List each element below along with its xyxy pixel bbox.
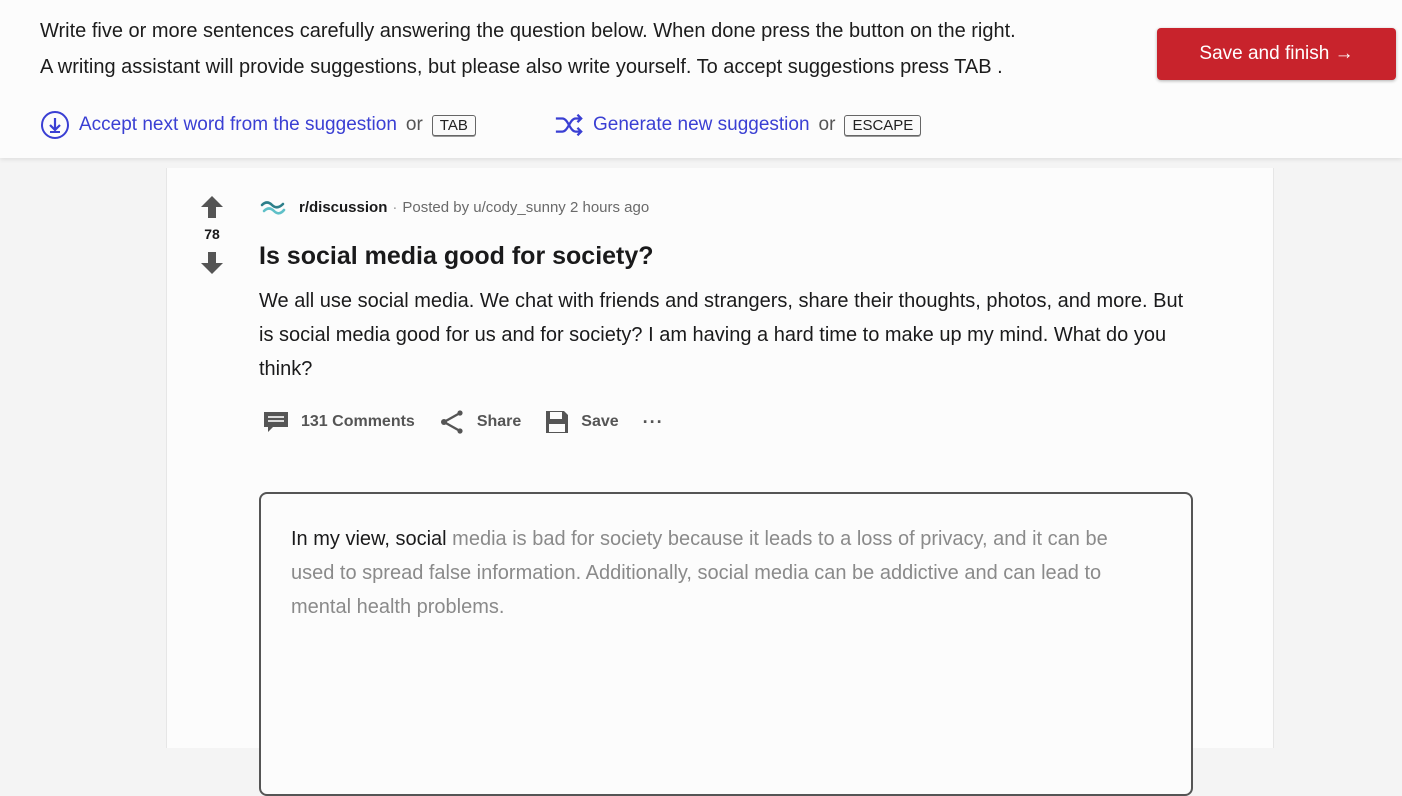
posted-by-text: Posted by u/cody_sunny 2 hours ago xyxy=(402,198,650,216)
instruction-line-1: Write five or more sentences carefully a… xyxy=(40,20,1016,42)
escape-key-badge: ESCAPE xyxy=(844,114,922,136)
instruction-line-2: A writing assistant will provide suggest… xyxy=(40,56,1003,78)
comments-count-label: 131 Comments xyxy=(301,413,415,430)
typed-text: In my view, social xyxy=(291,528,447,550)
share-icon xyxy=(440,410,463,434)
vote-score: 78 xyxy=(204,226,220,242)
editor-content[interactable]: In my view, social media is bad for soci… xyxy=(291,522,1111,624)
comment-bubble-icon xyxy=(264,412,288,432)
post-meta: r/discussion · Posted by u/cody_sunny 2 … xyxy=(259,196,649,218)
post-card: 78 r/discussion · Posted by u/cody_sunny… xyxy=(166,168,1274,796)
or-text: or xyxy=(818,114,836,135)
post-title: Is social media good for society? xyxy=(259,242,654,270)
floppy-disk-icon xyxy=(546,411,569,433)
generate-new-suggestion-link[interactable]: Generate new suggestion xyxy=(593,114,810,136)
comments-button[interactable]: 131 Comments xyxy=(263,411,415,433)
save-button[interactable]: Save xyxy=(545,410,619,434)
accept-hint: Accept next word from the suggestion or … xyxy=(40,110,476,140)
more-options-button[interactable]: ··· xyxy=(643,412,664,433)
share-button[interactable]: Share xyxy=(439,410,521,434)
subreddit-wave-icon xyxy=(260,201,286,215)
or-text: or xyxy=(405,114,423,135)
vote-column: 78 xyxy=(197,194,227,276)
accept-next-word-link[interactable]: Accept next word from the suggestion xyxy=(79,114,397,136)
download-circle-icon[interactable] xyxy=(40,110,70,140)
instruction-bar: Write five or more sentences carefully a… xyxy=(0,0,1402,158)
subreddit-link[interactable]: r/discussion xyxy=(299,199,387,216)
arrow-down-icon[interactable] xyxy=(199,250,225,276)
arrow-up-icon[interactable] xyxy=(199,194,225,220)
post-body: We all use social media. We chat with fr… xyxy=(259,290,1184,380)
shuffle-icon[interactable] xyxy=(554,110,584,140)
tab-key-badge: TAB xyxy=(431,114,476,136)
save-and-finish-button[interactable]: Save and finish → xyxy=(1157,28,1396,80)
generate-hint: Generate new suggestion or ESCAPE xyxy=(554,110,922,140)
post-actions: 131 Comments Share Save ··· xyxy=(263,410,664,434)
meta-separator: · xyxy=(392,198,398,216)
save-label: Save xyxy=(581,413,619,430)
share-label: Share xyxy=(476,413,522,430)
response-editor[interactable]: In my view, social media is bad for soci… xyxy=(259,492,1193,796)
